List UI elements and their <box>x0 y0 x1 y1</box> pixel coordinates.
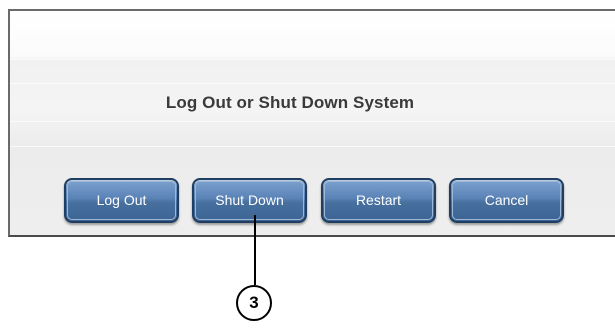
shut-down-button[interactable]: Shut Down <box>192 178 307 223</box>
callout-number-badge: 3 <box>236 285 272 321</box>
restart-button[interactable]: Restart <box>321 178 436 223</box>
screen: Log Out or Shut Down System Log Out Shut… <box>0 0 615 330</box>
cancel-button[interactable]: Cancel <box>449 178 564 223</box>
divider <box>10 146 615 147</box>
dialog-title: Log Out or Shut Down System <box>165 93 415 112</box>
divider <box>10 83 615 84</box>
divider <box>10 121 615 122</box>
logout-shutdown-dialog: Log Out or Shut Down System Log Out Shut… <box>8 9 615 237</box>
callout-line <box>254 215 256 285</box>
log-out-button[interactable]: Log Out <box>64 178 179 223</box>
divider <box>10 59 615 60</box>
